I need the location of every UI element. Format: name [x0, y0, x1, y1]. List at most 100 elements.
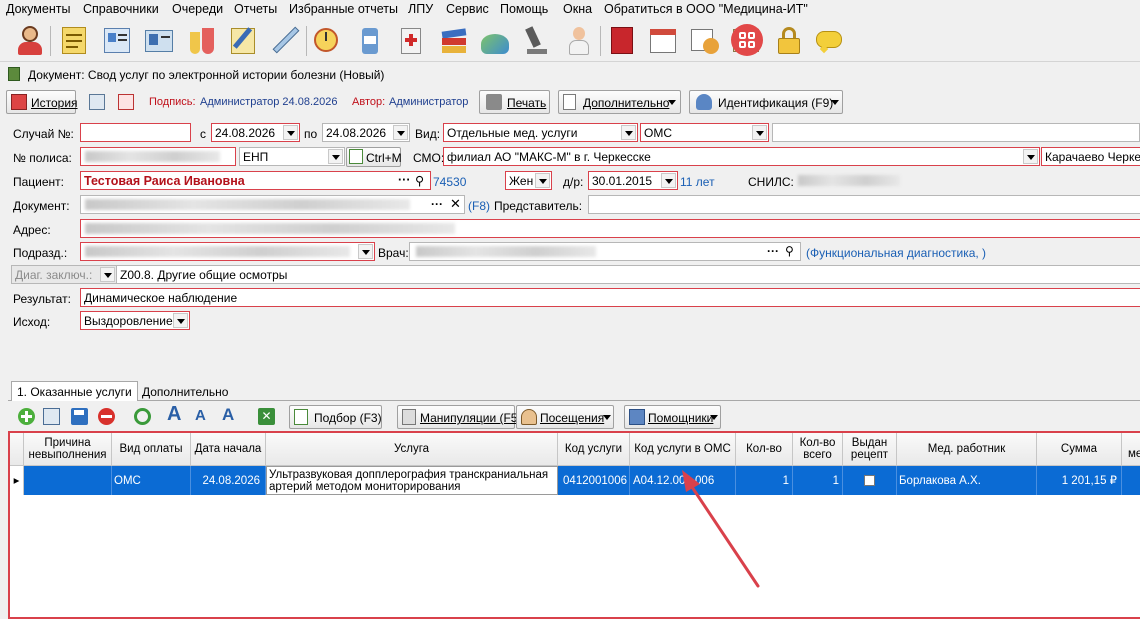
chevron-down-icon[interactable]	[358, 244, 373, 259]
save-icon[interactable]	[71, 408, 88, 425]
dob-field[interactable]: 30.01.2015	[588, 171, 678, 190]
payment-type-select[interactable]: ОМС	[640, 123, 769, 142]
pen-notepad-icon[interactable]	[228, 24, 260, 56]
patient-card-icon[interactable]	[101, 24, 133, 56]
cell-payment[interactable]: ОМС	[112, 466, 191, 495]
chevron-down-icon[interactable]	[393, 125, 408, 140]
tab-provided-services[interactable]: 1. Оказанные услуги	[11, 381, 138, 401]
medical-kit-icon[interactable]	[395, 24, 427, 56]
cell-code[interactable]: 0412001006	[558, 466, 630, 495]
cell-extra[interactable]	[1122, 466, 1140, 495]
ellipsis-icon[interactable]: ···	[431, 197, 443, 211]
ctrl-m-button[interactable]: Ctrl+M	[346, 147, 402, 167]
edit-record-icon[interactable]	[43, 408, 60, 425]
calendar-clock-icon[interactable]	[689, 24, 721, 56]
row-indicator[interactable]: ▸	[10, 466, 24, 495]
column-header-qty-total[interactable]: Кол-во всего	[793, 433, 843, 466]
outcome-select[interactable]: Выздоровление	[80, 311, 190, 330]
address-field[interactable]	[80, 219, 1140, 238]
microscope-icon[interactable]	[521, 24, 553, 56]
column-header-code[interactable]: Код услуги	[558, 433, 630, 466]
services-grid[interactable]: Причина невыполнения Вид оплаты Дата нач…	[8, 431, 1140, 619]
font-decrease-icon[interactable]: A	[195, 407, 206, 424]
excel-export-icon[interactable]: ✕	[258, 408, 275, 425]
refresh-icon[interactable]	[134, 408, 151, 425]
nurse-icon[interactable]	[563, 24, 595, 56]
red-book-icon[interactable]	[606, 24, 638, 56]
menu-service[interactable]: Сервис	[446, 2, 489, 16]
print-button[interactable]: Печать	[479, 90, 550, 114]
close-icon[interactable]: ✕	[450, 196, 461, 212]
delete-icon[interactable]	[98, 408, 115, 425]
history-button[interactable]: История	[6, 90, 78, 114]
menu-documents[interactable]: Документы	[6, 2, 70, 16]
additional-dropdown-button[interactable]: Дополнительно	[558, 90, 681, 114]
cell-qty-total[interactable]: 1	[793, 466, 843, 495]
tab-additional[interactable]: Дополнительно	[137, 382, 233, 401]
region-field[interactable]: Карачаево Черке	[1041, 147, 1140, 166]
mortar-icon[interactable]	[479, 24, 511, 56]
apps-red-circle-icon[interactable]	[731, 24, 763, 56]
doctor-field[interactable]: ··· ⚲	[409, 242, 801, 261]
notepad-icon[interactable]	[58, 24, 90, 56]
column-header-start-date[interactable]: Дата начала	[191, 433, 266, 466]
chevron-down-icon[interactable]	[661, 173, 676, 188]
lab-flasks-icon[interactable]	[186, 24, 218, 56]
patient-id[interactable]: 74530	[433, 175, 466, 189]
syringe-icon[interactable]	[270, 24, 302, 56]
identification-button[interactable]: Идентификация (F9)	[689, 90, 843, 114]
diag-conclusion-value[interactable]: Z00.8. Другие общие осмотры	[116, 265, 1140, 284]
policy-type-select[interactable]: ЕНП	[239, 147, 345, 166]
chat-bubble-icon[interactable]	[813, 24, 845, 56]
sign-cancel-icon[interactable]	[118, 94, 134, 110]
ellipsis-icon[interactable]: ···	[398, 173, 411, 187]
menu-favorite-reports[interactable]: Избранные отчеты	[289, 2, 398, 16]
search-icon[interactable]: ⚲	[415, 173, 424, 188]
case-number-input[interactable]	[80, 123, 191, 142]
kind-select[interactable]: Отдельные мед. услуги	[443, 123, 638, 142]
calendar-icon[interactable]	[647, 24, 679, 56]
cell-reason[interactable]	[24, 466, 112, 495]
sign-check-icon[interactable]	[89, 94, 105, 110]
badge-icon[interactable]	[143, 24, 175, 56]
lock-icon[interactable]	[773, 24, 805, 56]
chevron-down-icon[interactable]	[283, 125, 298, 140]
cell-recipe[interactable]	[843, 466, 897, 495]
column-header-payment[interactable]: Вид оплаты	[112, 433, 191, 466]
date-to-field[interactable]: 24.08.2026	[322, 123, 410, 142]
menu-contact[interactable]: Обратиться в ООО "Медицина-ИТ"	[604, 2, 808, 16]
books-stack-icon[interactable]	[438, 24, 470, 56]
patient-field[interactable]: Тестовая Раиса Ивановна ··· ⚲	[80, 171, 431, 190]
menu-lpu[interactable]: ЛПУ	[408, 2, 433, 16]
font-reset-icon[interactable]: A	[222, 405, 234, 425]
menu-help[interactable]: Помощь	[500, 2, 548, 16]
column-header-extra[interactable]: ме	[1122, 433, 1140, 466]
cell-worker[interactable]: Борлакова А.Х.	[897, 466, 1037, 495]
clock-schedule-icon[interactable]	[311, 24, 343, 56]
menu-reports[interactable]: Отчеты	[234, 2, 277, 16]
manipulations-button[interactable]: Манипуляции (F5)	[397, 405, 521, 429]
cell-service[interactable]: Ультразвуковая допплерография транскрани…	[266, 466, 558, 495]
result-field[interactable]: Динамическое наблюдение	[80, 288, 1140, 307]
department-select[interactable]	[80, 242, 375, 261]
chevron-down-icon[interactable]	[621, 125, 636, 140]
column-header-reason[interactable]: Причина невыполнения	[24, 433, 112, 466]
column-header-worker[interactable]: Мед. работник	[897, 433, 1037, 466]
pills-bottle-icon[interactable]	[354, 24, 386, 56]
chevron-down-icon[interactable]	[535, 173, 550, 188]
selection-button[interactable]: Подбор (F3)	[289, 405, 382, 429]
column-header-recipe[interactable]: Выдан рецепт	[843, 433, 897, 466]
column-header-sum[interactable]: Сумма	[1037, 433, 1122, 466]
chevron-down-icon[interactable]	[100, 267, 115, 282]
chevron-down-icon[interactable]	[752, 125, 767, 140]
sex-select[interactable]: Жен	[505, 171, 552, 190]
smo-select[interactable]: филиал АО "МАКС-М" в г. Черкесске	[443, 147, 1040, 166]
font-increase-icon[interactable]: A	[167, 403, 181, 426]
date-from-field[interactable]: 24.08.2026	[211, 123, 300, 142]
column-header-service[interactable]: Услуга	[266, 433, 558, 466]
kind-extra-input[interactable]	[772, 123, 1140, 142]
menu-windows[interactable]: Окна	[563, 2, 592, 16]
add-icon[interactable]	[18, 408, 35, 425]
visits-dropdown-button[interactable]: Посещения	[516, 405, 614, 429]
helpers-dropdown-button[interactable]: Помощники	[624, 405, 721, 429]
